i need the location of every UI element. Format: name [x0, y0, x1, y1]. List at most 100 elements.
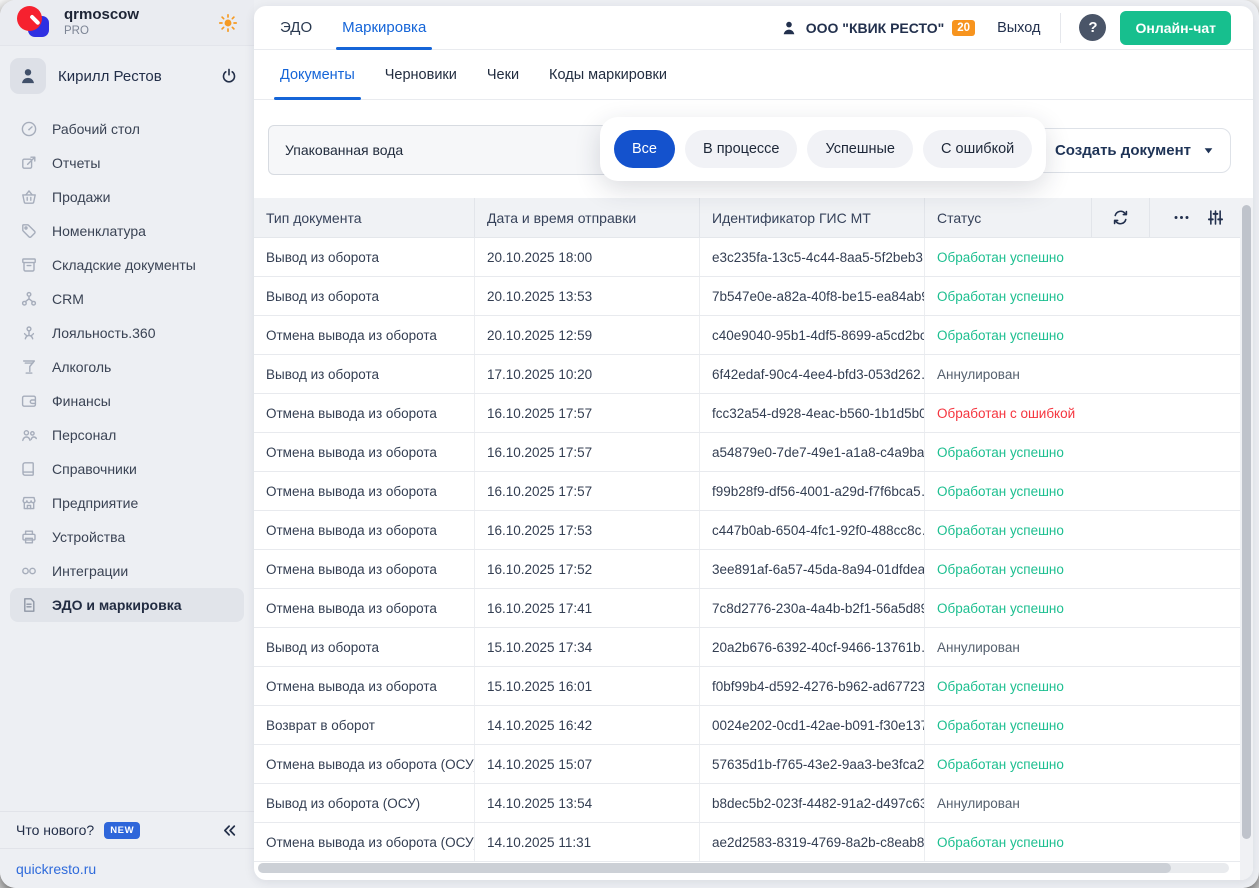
sidebar-item-edo-marking[interactable]: ЭДО и маркировка — [10, 588, 244, 622]
table-row[interactable]: Вывод из оборота 17.10.2025 10:20 6f42ed… — [254, 355, 1253, 394]
chevron-down-icon — [1203, 145, 1214, 156]
subtab-drafts[interactable]: Черновики — [385, 50, 457, 99]
table-row[interactable]: Отмена вывода из оборота 16.10.2025 17:5… — [254, 394, 1253, 433]
sidebar-item-alcohol[interactable]: Алкоголь — [10, 350, 244, 384]
new-badge: NEW — [104, 822, 140, 839]
table-row[interactable]: Отмена вывода из оборота 20.10.2025 12:5… — [254, 316, 1253, 355]
collapse-sidebar-icon[interactable] — [221, 822, 238, 839]
cell-status: Обработан успешно — [925, 238, 1092, 276]
table-row[interactable]: Отмена вывода из оборота (ОСУ) 14.10.202… — [254, 745, 1253, 784]
table-row[interactable]: Вывод из оборота 15.10.2025 17:34 20a2b6… — [254, 628, 1253, 667]
create-document-label: Создать документ — [1055, 142, 1191, 159]
refresh-cell — [1092, 198, 1150, 237]
printer-icon — [20, 528, 38, 546]
more-options-icon[interactable] — [1172, 208, 1191, 227]
sidebar-item-loyalty-360[interactable]: Лояльность.360 — [10, 316, 244, 350]
sidebar-item-crm[interactable]: CRM — [10, 282, 244, 316]
org-chart-icon — [20, 290, 38, 308]
table-row[interactable]: Отмена вывода из оборота 16.10.2025 17:4… — [254, 589, 1253, 628]
cell-filler — [1092, 472, 1253, 510]
filter-chip-in-progress[interactable]: В процессе — [685, 130, 797, 168]
logout-power-icon[interactable] — [220, 67, 244, 85]
cell-filler — [1092, 550, 1253, 588]
tab-marking[interactable]: Маркировка — [342, 6, 426, 49]
cell-filler — [1092, 667, 1253, 705]
cell-doc-type: Отмена вывода из оборота — [254, 316, 475, 354]
cell-filler — [1092, 277, 1253, 315]
whats-new-row: Что нового? NEW — [0, 811, 254, 848]
vertical-scrollbar-thumb[interactable] — [1242, 205, 1251, 839]
help-icon[interactable]: ? — [1079, 14, 1106, 41]
account-switcher[interactable]: ООО "КВИК РЕСТО" 20 — [780, 19, 975, 37]
column-header[interactable]: Тип документа — [254, 198, 475, 237]
cell-status: Обработан с ошибкой — [925, 394, 1092, 432]
column-header[interactable]: Идентификатор ГИС МТ — [700, 198, 925, 237]
box-icon — [20, 256, 38, 274]
sidebar-item-sales[interactable]: Продажи — [10, 180, 244, 214]
subtab-marking-codes[interactable]: Коды маркировки — [549, 50, 667, 99]
cell-gis-mt-id: 0024e202-0cd1-42ae-b091-f30e137… — [700, 706, 925, 744]
table-row[interactable]: Вывод из оборота 20.10.2025 18:00 e3c235… — [254, 238, 1253, 277]
sidebar-item-integrations[interactable]: Интеграции — [10, 554, 244, 588]
table-row[interactable]: Вывод из оборота (ОСУ) 14.10.2025 13:54 … — [254, 784, 1253, 823]
subtab-receipts[interactable]: Чеки — [487, 50, 519, 99]
site-row: quickresto.ru — [0, 848, 254, 888]
tools-cell — [1150, 198, 1253, 237]
horizontal-scrollbar-thumb[interactable] — [258, 863, 1171, 873]
cell-status: Обработан успешно — [925, 316, 1092, 354]
sidebar-item-label: Справочники — [52, 461, 137, 477]
filter-chip-successful[interactable]: Успешные — [807, 130, 913, 168]
sidebar-item-nomenclature[interactable]: Номенклатура — [10, 214, 244, 248]
horizontal-scrollbar-track[interactable] — [258, 863, 1229, 873]
sidebar-item-directories[interactable]: Справочники — [10, 452, 244, 486]
column-settings-icon[interactable] — [1206, 208, 1225, 227]
cell-sent-at: 16.10.2025 17:57 — [475, 472, 700, 510]
cell-gis-mt-id: 57635d1b-f765-43e2-9aa3-be3fca2… — [700, 745, 925, 783]
online-chat-button[interactable]: Онлайн-чат — [1120, 11, 1231, 45]
cell-doc-type: Вывод из оборота — [254, 238, 475, 276]
whats-new-link[interactable]: Что нового? — [16, 822, 94, 838]
cell-sent-at: 16.10.2025 17:57 — [475, 394, 700, 432]
cell-gis-mt-id: f0bf99b4-d592-4276-b962-ad67723… — [700, 667, 925, 705]
book-icon — [20, 460, 38, 478]
column-header[interactable]: Статус — [925, 198, 1092, 237]
cell-sent-at: 14.10.2025 16:42 — [475, 706, 700, 744]
cell-sent-at: 15.10.2025 17:34 — [475, 628, 700, 666]
column-header[interactable]: Дата и время отправки — [475, 198, 700, 237]
logout-button[interactable]: Выход — [997, 20, 1040, 36]
quickresto-link[interactable]: quickresto.ru — [16, 861, 96, 877]
refresh-icon[interactable] — [1111, 208, 1130, 227]
sidebar-item-finance[interactable]: Финансы — [10, 384, 244, 418]
account-count-badge: 20 — [952, 20, 975, 36]
cell-status: Обработан успешно — [925, 706, 1092, 744]
table-row[interactable]: Возврат в оборот 14.10.2025 16:42 0024e2… — [254, 706, 1253, 745]
subtab-documents[interactable]: Документы — [280, 50, 355, 99]
filter-chip-all[interactable]: Все — [614, 130, 675, 168]
filterbar: Все В процессе Успешные С ошибкой Создат… — [254, 100, 1253, 198]
sidebar-item-staff[interactable]: Персонал — [10, 418, 244, 452]
theme-sun-icon[interactable] — [218, 13, 238, 33]
cell-gis-mt-id: a54879e0-7de7-49e1-a1a8-c4a9ba… — [700, 433, 925, 471]
filter-chip-with-error[interactable]: С ошибкой — [923, 130, 1032, 168]
tab-edo[interactable]: ЭДО — [280, 6, 312, 49]
sidebar-item-warehouse-docs[interactable]: Складские документы — [10, 248, 244, 282]
sidebar-item-dashboard[interactable]: Рабочий стол — [10, 112, 244, 146]
table-row[interactable]: Отмена вывода из оборота 16.10.2025 17:5… — [254, 433, 1253, 472]
table-row[interactable]: Отмена вывода из оборота 16.10.2025 17:5… — [254, 511, 1253, 550]
vertical-scrollbar-track[interactable] — [1240, 198, 1253, 880]
table-row[interactable]: Отмена вывода из оборота 16.10.2025 17:5… — [254, 472, 1253, 511]
sidebar-item-devices[interactable]: Устройства — [10, 520, 244, 554]
sidebar-item-enterprise[interactable]: Предприятие — [10, 486, 244, 520]
brand-title: qrmoscow — [64, 7, 218, 24]
sidebar-item-reports[interactable]: Отчеты — [10, 146, 244, 180]
cell-status: Обработан успешно — [925, 511, 1092, 549]
sidebar-item-label: Предприятие — [52, 495, 138, 511]
cell-filler — [1092, 355, 1253, 393]
sidebar-item-label: Алкоголь — [52, 359, 111, 375]
table-row[interactable]: Отмена вывода из оборота 15.10.2025 16:0… — [254, 667, 1253, 706]
table-row[interactable]: Отмена вывода из оборота (ОСУ) 14.10.202… — [254, 823, 1253, 862]
table-row[interactable]: Вывод из оборота 20.10.2025 13:53 7b547e… — [254, 277, 1253, 316]
cell-doc-type: Отмена вывода из оборота (ОСУ) — [254, 823, 475, 861]
loyalty-icon — [20, 324, 38, 342]
table-row[interactable]: Отмена вывода из оборота 16.10.2025 17:5… — [254, 550, 1253, 589]
